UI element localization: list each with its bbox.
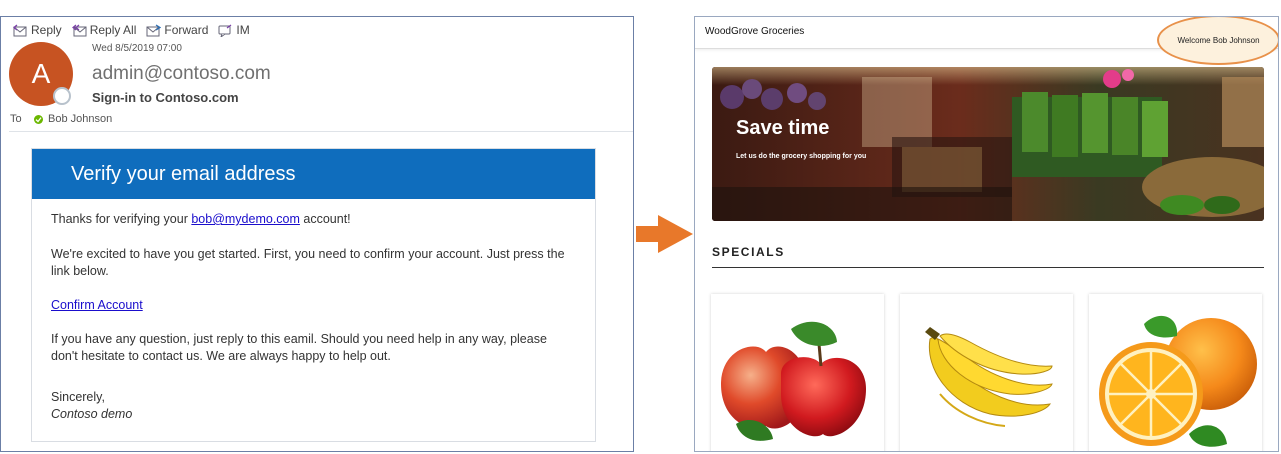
confirm-instructions: We're excited to have you get started. F…	[51, 247, 565, 278]
specials-divider	[712, 267, 1264, 268]
product-card-oranges[interactable]	[1089, 294, 1262, 451]
hero-banner: Save time Let us do the grocery shopping…	[712, 67, 1264, 221]
thanks-paragraph: Thanks for verifying your bob@mydemo.com…	[51, 211, 576, 228]
forward-button[interactable]: Forward	[146, 23, 208, 37]
email-subject: Sign-in to Contoso.com	[92, 90, 239, 105]
to-label: To	[10, 113, 22, 125]
email-toolbar: Reply Reply All Forward IM	[13, 23, 250, 37]
hero-subtitle: Let us do the grocery shopping for you	[736, 153, 867, 160]
reply-all-icon	[71, 24, 87, 36]
reply-all-button[interactable]: Reply All	[71, 23, 137, 37]
verify-banner: Verify your email address	[32, 149, 595, 199]
verify-banner-title: Verify your email address	[71, 162, 296, 185]
grocery-store-photo	[712, 67, 1264, 221]
email-date: Wed 8/5/2019 07:00	[92, 43, 182, 54]
presence-status-icon	[53, 87, 71, 105]
product-card-apples[interactable]	[711, 294, 884, 451]
product-card-bananas[interactable]	[900, 294, 1073, 451]
hero-title: Save time	[736, 117, 830, 139]
recipient-name[interactable]: Bob Johnson	[48, 113, 112, 125]
help-paragraph: If you have any question, just reply to …	[51, 332, 547, 363]
forward-label: Forward	[164, 23, 209, 37]
reply-label: Reply	[31, 23, 62, 37]
im-label: IM	[236, 23, 250, 37]
signature: Contoso demo	[51, 407, 133, 421]
recipient-row: To Bob Johnson	[10, 113, 112, 125]
confirm-account-link[interactable]: Confirm Account	[51, 298, 143, 312]
account-text: account!	[299, 212, 351, 226]
user-email-link[interactable]: bob@mydemo.com	[191, 212, 300, 226]
oranges-icon	[1099, 315, 1257, 447]
email-reading-pane: Reply Reply All Forward IM A Wed 8/5/201…	[0, 16, 634, 452]
reply-all-label: Reply All	[89, 23, 137, 37]
im-button[interactable]: IM	[218, 23, 250, 37]
specials-heading: SPECIALS	[712, 245, 785, 259]
sign-off: Sincerely,	[51, 390, 105, 404]
reply-button[interactable]: Reply	[13, 23, 62, 37]
forward-icon	[146, 23, 162, 36]
thanks-text: Thanks for verifying your	[51, 212, 192, 226]
welcome-highlight: Welcome Bob Johnson	[1157, 17, 1278, 65]
recipient-online-icon	[34, 114, 43, 124]
woodgrove-site: WoodGrove Groceries Welcome Bob Johnson	[694, 16, 1279, 452]
email-body-card: Verify your email address Thanks for ver…	[31, 148, 596, 442]
email-body: Thanks for verifying your bob@mydemo.com…	[32, 199, 595, 423]
bananas-icon	[925, 327, 1053, 427]
header-divider	[9, 131, 633, 132]
instant-message-icon	[218, 24, 232, 37]
avatar-letter: A	[31, 58, 51, 89]
site-brand[interactable]: WoodGrove Groceries	[705, 26, 804, 37]
email-sender[interactable]: admin@contoso.com	[92, 63, 271, 85]
welcome-user[interactable]: Welcome Bob Johnson	[1177, 36, 1259, 45]
apples-icon	[721, 321, 866, 441]
right-arrow-icon	[636, 215, 693, 253]
reply-icon	[13, 24, 27, 36]
